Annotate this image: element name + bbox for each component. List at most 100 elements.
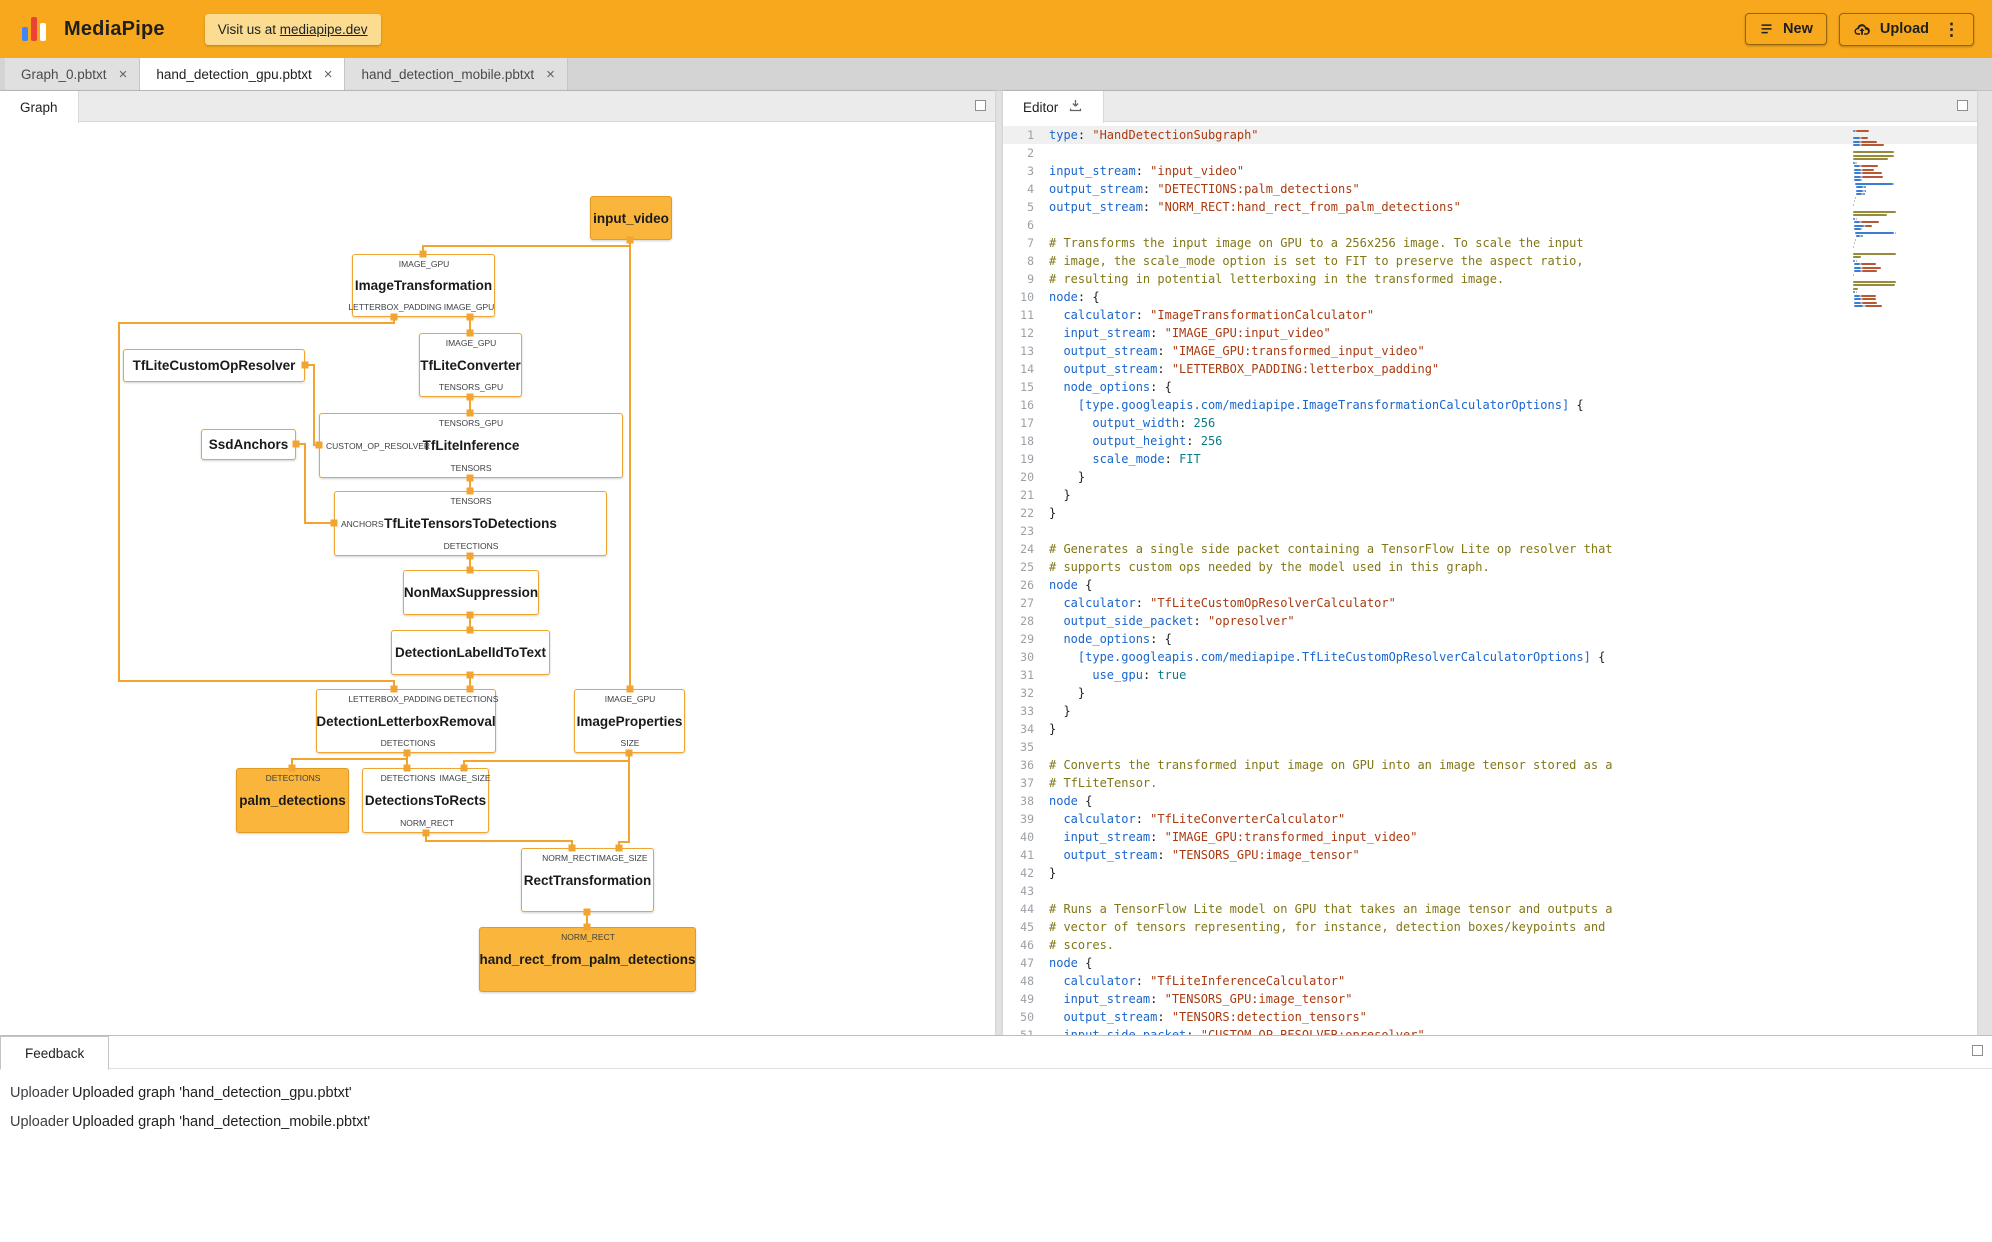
node-ImageTransformation[interactable]: ImageTransformation IMAGE_GPU LETTERBOX_PA… xyxy=(348,254,495,317)
node-TfLiteConverter[interactable]: TfLiteConverter IMAGE_GPU TENSORS_GPU xyxy=(419,333,522,397)
upload-button[interactable]: Upload ⋮ xyxy=(1838,12,1974,46)
node-hand_rect_from_palm_detections[interactable]: hand_rect_from_palm_detections NORM_RECT xyxy=(479,927,696,992)
minimap-line xyxy=(1853,179,1863,181)
file-tab-1[interactable]: Graph_0.pbtxt × xyxy=(5,58,141,90)
node-DetectionLetterboxRemoval[interactable]: DetectionLetterboxRemoval LETTERBOX_PADDI… xyxy=(316,689,498,753)
line-number: 23 xyxy=(1020,524,1034,538)
node-DetectionLabelIdToText[interactable]: DetectionLabelIdToText xyxy=(391,630,550,675)
code-text: output_width: 256 xyxy=(1092,416,1216,430)
minimap-line xyxy=(1853,158,1888,160)
minimap-line xyxy=(1853,305,1882,307)
line-number: 5 xyxy=(1027,200,1034,214)
port-label-image_gpu: IMAGE_GPU xyxy=(445,338,497,348)
code-text: input_stream: "TENSORS_GPU:image_tensor" xyxy=(1063,992,1353,1006)
node-DetectionsToRects[interactable]: DetectionsToRects DETECTIONS IMAGE_SIZE NOR… xyxy=(362,768,491,833)
file-tab-2[interactable]: hand_detection_gpu.pbtxt × xyxy=(140,58,346,90)
logo-bar-red xyxy=(31,17,37,41)
line-number: 11 xyxy=(1020,308,1034,322)
minimap-line xyxy=(1853,203,1854,206)
minimap-line xyxy=(1853,130,1869,132)
code-line: 39 calculator: "TfLiteConverterCalculato… xyxy=(1003,810,1977,828)
code-line: 36 # Converts the transformed input image… xyxy=(1003,756,1977,774)
code-text: input_stream: "IMAGE_GPU:transformed_inp… xyxy=(1063,830,1418,844)
code-line: 7 # Transforms the input image on GPU to … xyxy=(1003,234,1977,252)
code-line: 11 calculator: "ImageTransformationCalcu… xyxy=(1003,306,1977,324)
code-line: 9 # resulting in potential letterboxing i… xyxy=(1003,270,1977,288)
tab-close-icon[interactable]: × xyxy=(324,67,333,82)
node-ImageProperties[interactable]: ImageProperties IMAGE_GPU SIZE xyxy=(574,689,685,753)
download-icon[interactable] xyxy=(1068,98,1083,116)
line-number: 30 xyxy=(1020,650,1034,664)
upload-more-options-icon[interactable]: ⋮ xyxy=(1943,21,1960,38)
node-TfLiteTensorsToDetections[interactable]: TfLiteTensorsToDetections TENSORS ANCHORS D… xyxy=(334,491,607,556)
line-number: 48 xyxy=(1020,974,1034,988)
feedback-log: Uploader Uploaded graph 'hand_detection_g… xyxy=(0,1069,1992,1136)
node-label: DetectionLabelIdToText xyxy=(395,645,547,660)
graph-edge xyxy=(305,364,319,446)
feedback-popout-icon[interactable] xyxy=(1972,1045,1983,1056)
code-line: 46 # scores. xyxy=(1003,936,1977,954)
code-text: use_gpu: true xyxy=(1092,668,1187,682)
node-TfLiteInference[interactable]: TfLiteInference TENSORS_GPU CUSTOM_OP_RESO… xyxy=(319,413,623,478)
node-input_video[interactable]: input_video xyxy=(590,196,672,240)
port-label-image_size: IMAGE_SIZE xyxy=(439,773,491,783)
node-label: ImageTransformation xyxy=(354,278,493,293)
line-number: 39 xyxy=(1020,812,1034,826)
line-number: 25 xyxy=(1020,560,1034,574)
code-line: 37 # TfLiteTensor. xyxy=(1003,774,1977,792)
tab-close-icon[interactable]: × xyxy=(119,67,128,82)
mediapipe-dev-link[interactable]: mediapipe.dev xyxy=(280,22,368,37)
code-line: 32 } xyxy=(1003,684,1977,702)
code-line: 35 xyxy=(1003,738,1977,756)
port-label-anchors: ANCHORS xyxy=(341,518,384,529)
new-button[interactable]: New xyxy=(1745,13,1827,45)
code-line: 30 [type.googleapis.com/mediapipe.TfLite… xyxy=(1003,648,1977,666)
tab-close-icon[interactable]: × xyxy=(546,67,555,82)
line-number: 17 xyxy=(1020,416,1034,430)
code-editor[interactable]: 1 type: "HandDetectionSubgraph" 2 3 input_st… xyxy=(1003,122,1977,1035)
node-SsdAnchors[interactable]: SsdAnchors xyxy=(201,429,296,460)
code-line: 38 node { xyxy=(1003,792,1977,810)
minimap-line xyxy=(1853,287,1858,290)
line-number: 28 xyxy=(1020,614,1034,628)
line-number: 27 xyxy=(1020,596,1034,610)
minimap-line xyxy=(1853,228,1863,230)
editor-popout-icon[interactable] xyxy=(1957,100,1968,111)
line-number: 16 xyxy=(1020,398,1034,412)
code-text: input_side_packet: "CUSTOM_OP_RESOLVER:o… xyxy=(1063,1028,1425,1035)
code-lines: 1 type: "HandDetectionSubgraph" 2 3 input_st… xyxy=(1003,122,1977,1035)
feedback-source: Uploader xyxy=(10,1113,69,1130)
minimap-line xyxy=(1853,137,1868,139)
line-number: 14 xyxy=(1020,362,1034,376)
graph-popout-icon[interactable] xyxy=(975,100,986,111)
node-TfLiteCustomOpResolver[interactable]: TfLiteCustomOpResolver xyxy=(123,349,305,382)
node-palm_detections[interactable]: palm_detections DETECTIONS xyxy=(236,768,349,833)
line-number: 29 xyxy=(1020,632,1034,646)
node-RectTransformation[interactable]: RectTransformation NORM_RECT IMAGE_SIZE xyxy=(521,848,654,912)
code-text: output_stream: "DETECTIONS:palm_detectio… xyxy=(1049,182,1360,196)
code-line: 24 # Generates a single side packet conta… xyxy=(1003,540,1977,558)
graph-edge xyxy=(422,245,630,254)
node-NonMaxSuppression[interactable]: NonMaxSuppression xyxy=(403,570,539,615)
code-text: output_stream: "LETTERBOX_PADDING:letter… xyxy=(1063,362,1440,376)
line-number: 32 xyxy=(1020,686,1034,700)
feedback-tab[interactable]: Feedback xyxy=(0,1036,110,1070)
editor-tab[interactable]: Editor xyxy=(1003,91,1105,123)
minimap[interactable] xyxy=(1853,130,1965,750)
code-line: 18 output_height: 256 xyxy=(1003,432,1977,450)
line-number: 12 xyxy=(1020,326,1034,340)
minimap-line xyxy=(1853,200,1856,202)
file-tab-3[interactable]: hand_detection_mobile.pbtxt × xyxy=(345,58,568,90)
minimap-line xyxy=(1853,235,1864,237)
minimap-line xyxy=(1853,224,1872,227)
code-text: input_stream: "IMAGE_GPU:input_video" xyxy=(1063,326,1331,340)
code-text: output_stream: "TENSORS:detection_tensor… xyxy=(1063,1010,1367,1024)
code-line: 29 node_options: { xyxy=(1003,630,1977,648)
node-label: TfLiteTensorsToDetections xyxy=(384,516,557,531)
line-number: 19 xyxy=(1020,452,1034,466)
port-label-detections: DETECTIONS xyxy=(265,773,321,783)
graph-canvas[interactable]: input_video ImageTransformation IMAGE_GPU L… xyxy=(0,122,995,1034)
graph-tab[interactable]: Graph xyxy=(0,91,79,123)
minimap-line xyxy=(1853,294,1876,297)
line-number: 38 xyxy=(1020,794,1034,808)
